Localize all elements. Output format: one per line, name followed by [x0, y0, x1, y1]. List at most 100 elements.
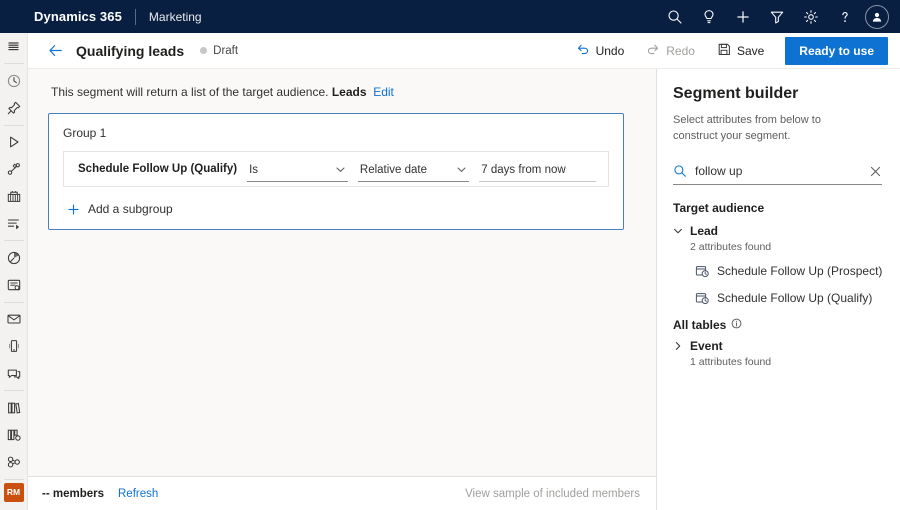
group-label: Group 1 [63, 126, 609, 140]
query-group-1: Group 1 Schedule Follow Up (Qualify) Is [48, 113, 624, 230]
rail-divider [4, 240, 24, 241]
rail-divider [4, 390, 24, 391]
main-column: Qualifying leads Draft Undo [28, 33, 900, 510]
tree-node-count: 2 attributes found [690, 241, 886, 253]
refresh-link[interactable]: Refresh [118, 488, 158, 500]
save-disk-icon [717, 42, 731, 59]
rule-value-text: 7 days from now [479, 164, 565, 176]
rule-operator-value: Is [247, 164, 258, 176]
search-input-value[interactable]: follow up [695, 164, 863, 178]
segments-icon[interactable] [0, 421, 28, 448]
tree-node-label: Lead [690, 224, 718, 238]
rail-divider [4, 479, 24, 480]
brand-title: Dynamics 365 [34, 9, 122, 24]
members-count: -- members [42, 488, 104, 500]
top-actions [658, 0, 900, 33]
filter-icon[interactable] [760, 0, 794, 33]
target-audience-heading: Target audience [673, 201, 886, 215]
status-dot-icon [200, 47, 207, 54]
command-bar-actions: Undo Redo Save Ready to use [565, 37, 888, 65]
add-subgroup-button[interactable]: Add a subgroup [63, 199, 179, 219]
rule-value-underline [479, 181, 596, 182]
rail-divider [4, 302, 24, 303]
library-icon[interactable] [0, 394, 28, 421]
workflow-icon[interactable] [0, 210, 28, 237]
redo-icon [646, 42, 660, 59]
segment-canvas: This segment will return a list of the t… [28, 69, 657, 510]
undo-button[interactable]: Undo [565, 37, 636, 65]
email-icon[interactable] [0, 306, 28, 333]
rule-attribute-label: Schedule Follow Up (Qualify) [66, 152, 247, 186]
info-icon[interactable] [731, 318, 742, 332]
add-subgroup-label: Add a subgroup [88, 202, 173, 216]
form-icon[interactable] [0, 271, 28, 298]
view-sample-link[interactable]: View sample of included members [465, 488, 640, 500]
chevron-down-icon[interactable] [673, 226, 683, 236]
edit-link[interactable]: Edit [373, 85, 394, 99]
rule-value-type-dropdown[interactable]: Relative date [358, 157, 473, 182]
panel-title: Segment builder [673, 85, 886, 103]
brand-divider [135, 9, 136, 25]
segment-target-entity: Leads [332, 85, 367, 99]
query-rule-row: Schedule Follow Up (Qualify) Is R [63, 151, 609, 187]
save-label: Save [737, 44, 764, 58]
all-tables-label: All tables [673, 318, 726, 332]
command-bar: Qualifying leads Draft Undo [28, 33, 900, 69]
attribute-label: Schedule Follow Up (Prospect) [717, 264, 882, 278]
rule-value-input[interactable]: 7 days from now [479, 157, 600, 182]
lightbulb-icon[interactable] [692, 0, 726, 33]
app-body: RM Qualifying leads Draft [0, 33, 900, 510]
attribute-search-field[interactable]: follow up [673, 159, 882, 185]
user-initials-avatar[interactable]: RM [4, 483, 24, 502]
back-arrow-icon[interactable] [42, 38, 68, 64]
audience-icon[interactable] [0, 448, 28, 475]
redo-button[interactable]: Redo [635, 37, 706, 65]
attribute-item-schedule-follow-up-prospect[interactable]: Schedule Follow Up (Prospect) [695, 264, 886, 278]
undo-icon [576, 42, 590, 59]
brand-area: Dynamics 365 Marketing [0, 9, 202, 25]
gear-icon[interactable] [794, 0, 828, 33]
attribute-label: Schedule Follow Up (Qualify) [717, 291, 872, 305]
chat-icon[interactable] [0, 360, 28, 387]
attribute-item-schedule-follow-up-qualify[interactable]: Schedule Follow Up (Qualify) [695, 291, 886, 305]
analytics-pie-icon[interactable] [0, 244, 28, 271]
chevron-down-icon [456, 164, 469, 175]
content-row: This segment will return a list of the t… [28, 69, 900, 510]
mobile-icon[interactable] [0, 333, 28, 360]
app-root: Dynamics 365 Marketing [0, 0, 900, 510]
search-icon[interactable] [658, 0, 692, 33]
segment-builder-panel: Segment builder Select attributes from b… [657, 69, 900, 510]
date-attribute-icon [695, 264, 709, 278]
save-button[interactable]: Save [706, 37, 775, 65]
redo-label: Redo [666, 44, 695, 58]
events-icon[interactable] [0, 183, 28, 210]
rail-divider [4, 63, 24, 64]
date-attribute-icon [695, 291, 709, 305]
pin-icon[interactable] [0, 94, 28, 121]
tree-node-event[interactable]: Event [673, 339, 886, 353]
tree-node-count: 1 attributes found [690, 356, 886, 368]
tree-node-label: Event [690, 339, 723, 353]
segment-footer: -- members Refresh View sample of includ… [28, 476, 656, 510]
rule-value-type-underline [358, 181, 469, 182]
journey-icon[interactable] [0, 156, 28, 183]
ready-to-use-button[interactable]: Ready to use [785, 37, 888, 65]
user-avatar-icon[interactable] [865, 5, 889, 29]
close-icon[interactable] [863, 165, 882, 178]
rail-divider [4, 125, 24, 126]
all-tables-heading: All tables [673, 318, 886, 332]
hamburger-menu-icon[interactable] [0, 33, 28, 60]
play-icon[interactable] [0, 129, 28, 156]
plus-icon[interactable] [726, 0, 760, 33]
chevron-right-icon[interactable] [673, 341, 683, 351]
segment-description: This segment will return a list of the t… [51, 85, 636, 99]
left-navigation-rail: RM [0, 33, 28, 510]
app-name-label: Marketing [149, 10, 202, 24]
segment-description-text: This segment will return a list of the t… [51, 85, 328, 99]
question-icon[interactable] [828, 0, 862, 33]
rule-operator-dropdown[interactable]: Is [247, 157, 352, 182]
search-icon [673, 164, 687, 178]
tree-node-lead[interactable]: Lead [673, 224, 886, 238]
panel-subtitle: Select attributes from below to construc… [673, 113, 868, 145]
recent-clock-icon[interactable] [0, 67, 28, 94]
